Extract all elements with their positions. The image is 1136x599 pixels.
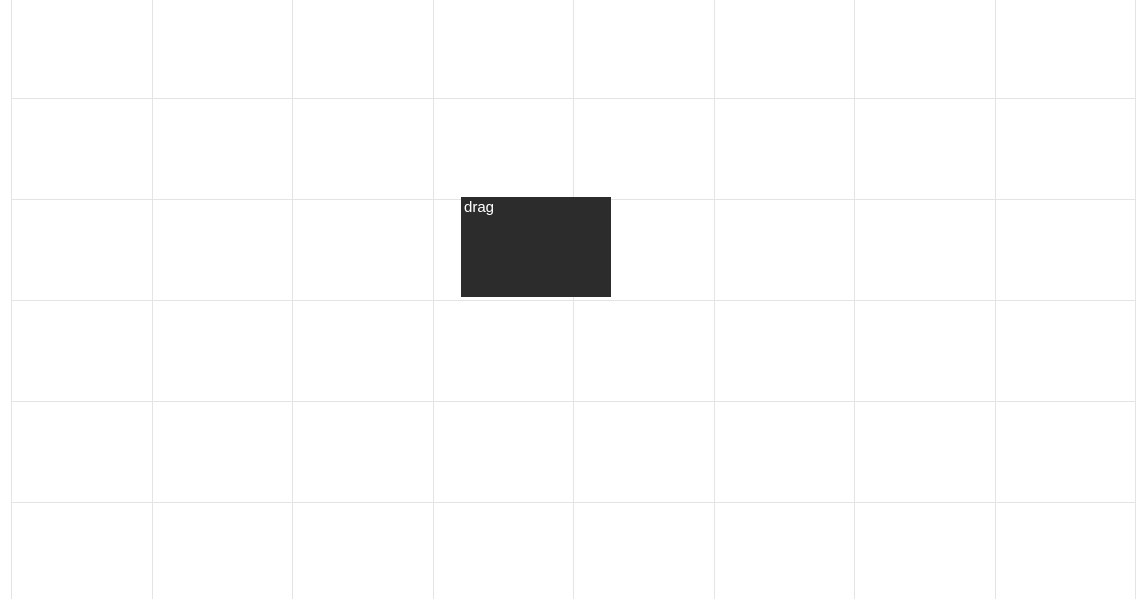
grid-cell[interactable]: [714, 200, 855, 301]
grid-cell[interactable]: [855, 200, 996, 301]
grid-cell[interactable]: [12, 301, 153, 402]
grid-cell[interactable]: [714, 99, 855, 200]
grid-cell[interactable]: [293, 503, 434, 599]
grid-cell[interactable]: [293, 0, 434, 99]
grid-cell[interactable]: [855, 402, 996, 503]
grid-cell[interactable]: [152, 503, 293, 599]
grid-cell[interactable]: [433, 301, 574, 402]
grid-cell[interactable]: [714, 301, 855, 402]
grid-cell[interactable]: [855, 503, 996, 599]
grid-cell[interactable]: [574, 301, 715, 402]
grid-cell[interactable]: [855, 301, 996, 402]
grid-cell[interactable]: [995, 301, 1136, 402]
grid-cell[interactable]: [995, 402, 1136, 503]
grid-cell[interactable]: [574, 402, 715, 503]
grid-cell[interactable]: [293, 301, 434, 402]
grid-cell[interactable]: [855, 0, 996, 99]
grid-cell[interactable]: [12, 503, 153, 599]
grid-cell[interactable]: [574, 0, 715, 99]
grid-cell[interactable]: [574, 503, 715, 599]
grid-cell[interactable]: [714, 0, 855, 99]
grid-cell[interactable]: [293, 200, 434, 301]
grid-cell[interactable]: [995, 99, 1136, 200]
grid-cell[interactable]: [574, 99, 715, 200]
grid-cell[interactable]: [152, 402, 293, 503]
grid-cell[interactable]: [995, 0, 1136, 99]
grid-cell[interactable]: [433, 503, 574, 599]
grid-cell[interactable]: [12, 402, 153, 503]
grid-cell[interactable]: [12, 99, 153, 200]
grid-cell[interactable]: [714, 402, 855, 503]
grid-cell[interactable]: [293, 402, 434, 503]
grid-cell[interactable]: [152, 0, 293, 99]
grid-cell[interactable]: [12, 200, 153, 301]
grid-cell[interactable]: [152, 99, 293, 200]
grid-cell[interactable]: [12, 0, 153, 99]
draggable-block[interactable]: drag: [461, 197, 611, 297]
grid-cell[interactable]: [433, 99, 574, 200]
grid-cell[interactable]: [433, 402, 574, 503]
grid-cell[interactable]: [433, 0, 574, 99]
grid-cell[interactable]: [152, 301, 293, 402]
grid-cell[interactable]: [995, 200, 1136, 301]
drop-grid[interactable]: [11, 0, 1136, 599]
grid-cell[interactable]: [152, 200, 293, 301]
draggable-label: drag: [464, 199, 494, 216]
grid-cell[interactable]: [995, 503, 1136, 599]
grid-cell[interactable]: [293, 99, 434, 200]
grid-cell[interactable]: [714, 503, 855, 599]
grid-cell[interactable]: [855, 99, 996, 200]
